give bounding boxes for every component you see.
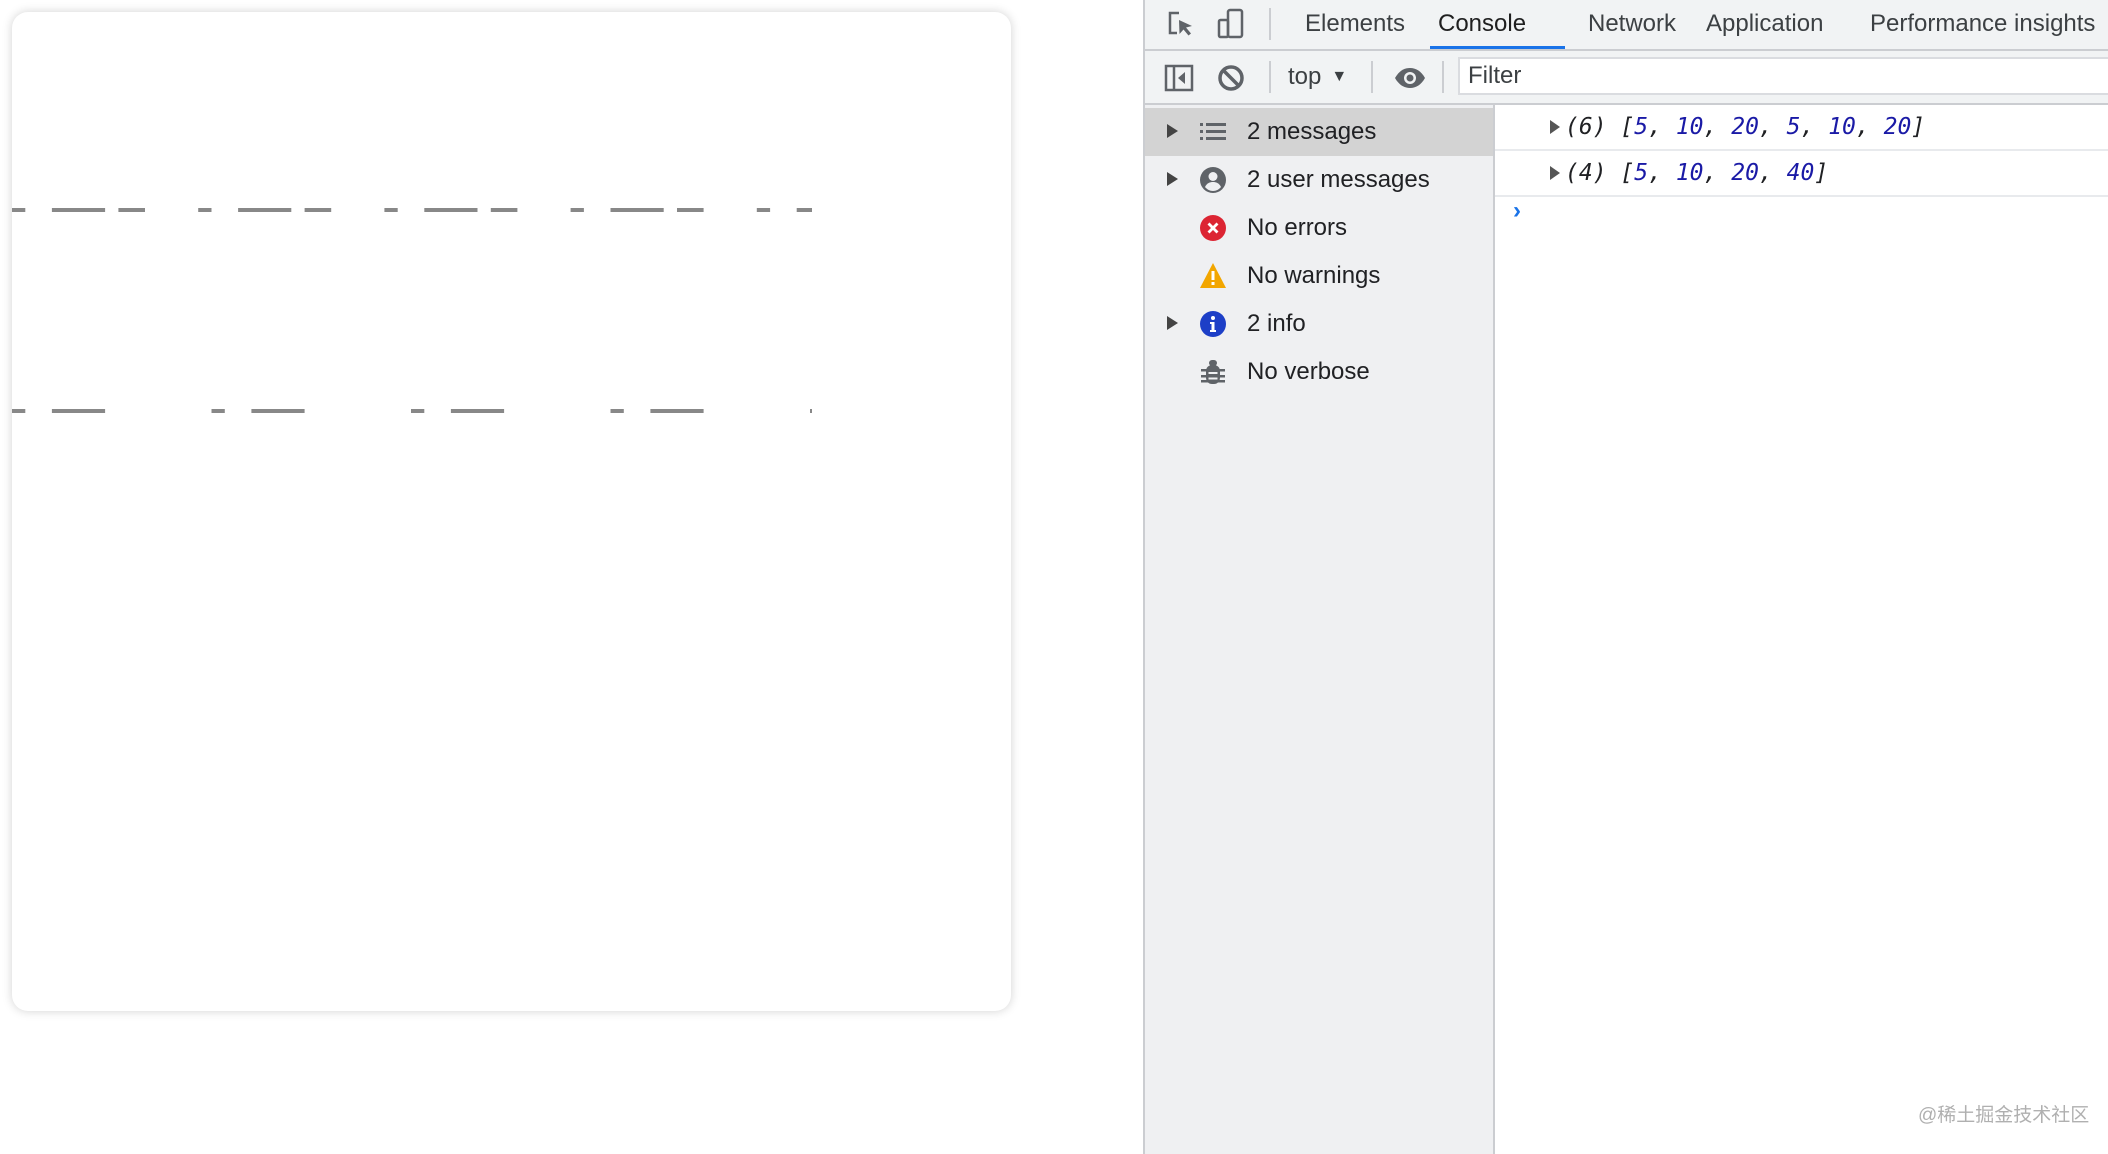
array-value: 40 [1786, 160, 1815, 186]
sidebar-item-label: No warnings [1247, 262, 1381, 289]
array-length: (4) [1565, 160, 1607, 186]
sidebar-item-verbose[interactable]: No verbose [1145, 348, 1493, 396]
dropdown-arrow-icon: ▼ [1331, 68, 1348, 85]
toolbar-divider [1269, 8, 1271, 40]
sidebar-item-user-messages[interactable]: 2 user messages [1145, 156, 1493, 204]
console-array-output: (4) [5, 10, 20, 40] [1565, 160, 1829, 186]
console-toolbar: top ▼ Filter [1145, 51, 2108, 105]
device-toolbar-icon[interactable] [1215, 8, 1247, 40]
active-tab-indicator [1430, 46, 1565, 49]
sidebar-item-warnings[interactable]: No warnings [1145, 252, 1493, 300]
console-prompt-icon[interactable]: › [1513, 197, 1521, 225]
expand-arrow-icon[interactable] [1167, 124, 1178, 138]
canvas-card [12, 12, 1011, 1011]
array-value: 10 [1675, 160, 1704, 186]
array-values: 5, 10, 20, 5, 10, 20 [1634, 114, 1912, 140]
sidebar-item-label: No errors [1247, 214, 1348, 241]
devtools-panel: Elements Console Network Application Per… [1143, 0, 2108, 1154]
console-sidebar: 2 messages 2 user messages No errors No … [1145, 105, 1495, 1154]
expand-arrow-icon[interactable] [1167, 172, 1178, 186]
expand-arrow-icon[interactable] [1550, 166, 1560, 180]
toolbar-divider [1442, 61, 1444, 93]
devtools-tab-bar: Elements Console Network Application Per… [1145, 0, 2108, 51]
tab-application[interactable]: Application [1706, 0, 1823, 49]
sidebar-item-label: 2 user messages [1247, 166, 1430, 193]
console-message[interactable]: (6) [5, 10, 20, 5, 10, 20] [1495, 105, 2108, 151]
sidebar-item-messages[interactable]: 2 messages [1145, 108, 1493, 156]
array-value: 20 [1883, 114, 1912, 140]
canvas [12, 208, 812, 413]
bug-icon [1201, 360, 1225, 384]
array-value: 20 [1731, 114, 1759, 140]
tab-elements[interactable]: Elements [1305, 0, 1405, 49]
sidebar-item-label: 2 info [1247, 310, 1306, 337]
tab-console[interactable]: Console [1438, 0, 1526, 49]
array-value: 5 [1634, 160, 1649, 186]
array-value: 10 [1828, 114, 1856, 140]
toolbar-divider [1269, 61, 1271, 93]
array-value: 10 [1675, 114, 1704, 140]
live-expression-eye-icon[interactable] [1394, 62, 1426, 94]
expand-arrow-icon[interactable] [1550, 120, 1560, 134]
console-array-output: (6) [5, 10, 20, 5, 10, 20] [1565, 114, 1926, 140]
show-sidebar-icon[interactable] [1163, 62, 1195, 94]
console-output: (6) [5, 10, 20, 5, 10, 20] (4) [5, 10, 2… [1495, 105, 2108, 1154]
filter-input[interactable]: Filter [1458, 57, 2108, 95]
array-value: 20 [1731, 160, 1759, 186]
info-icon [1200, 311, 1226, 337]
array-value: 5 [1634, 114, 1649, 140]
tab-network[interactable]: Network [1588, 0, 1676, 49]
tab-performance-insights[interactable]: Performance insights [1870, 0, 2095, 49]
sidebar-item-errors[interactable]: No errors [1145, 204, 1493, 252]
user-icon [1200, 167, 1226, 193]
sidebar-item-info[interactable]: 2 info [1145, 300, 1493, 348]
error-icon [1200, 215, 1226, 241]
array-value: 5 [1786, 114, 1801, 140]
context-selector[interactable]: top ▼ [1288, 51, 1347, 103]
inspect-element-icon[interactable] [1165, 8, 1197, 40]
context-label: top [1288, 63, 1322, 90]
sidebar-item-label: 2 messages [1247, 118, 1377, 145]
console-message[interactable]: (4) [5, 10, 20, 40] [1495, 151, 2108, 197]
watermark: @稀土掘金技术社区 [1918, 1105, 2090, 1126]
warning-icon [1200, 263, 1226, 288]
list-icon [1200, 123, 1226, 140]
array-values: 5, 10, 20, 40 [1634, 160, 1815, 186]
expand-arrow-icon[interactable] [1167, 316, 1178, 330]
sidebar-item-label: No verbose [1247, 358, 1370, 385]
toolbar-divider [1371, 61, 1373, 93]
clear-console-icon[interactable] [1215, 62, 1247, 94]
array-length: (6) [1565, 114, 1607, 140]
